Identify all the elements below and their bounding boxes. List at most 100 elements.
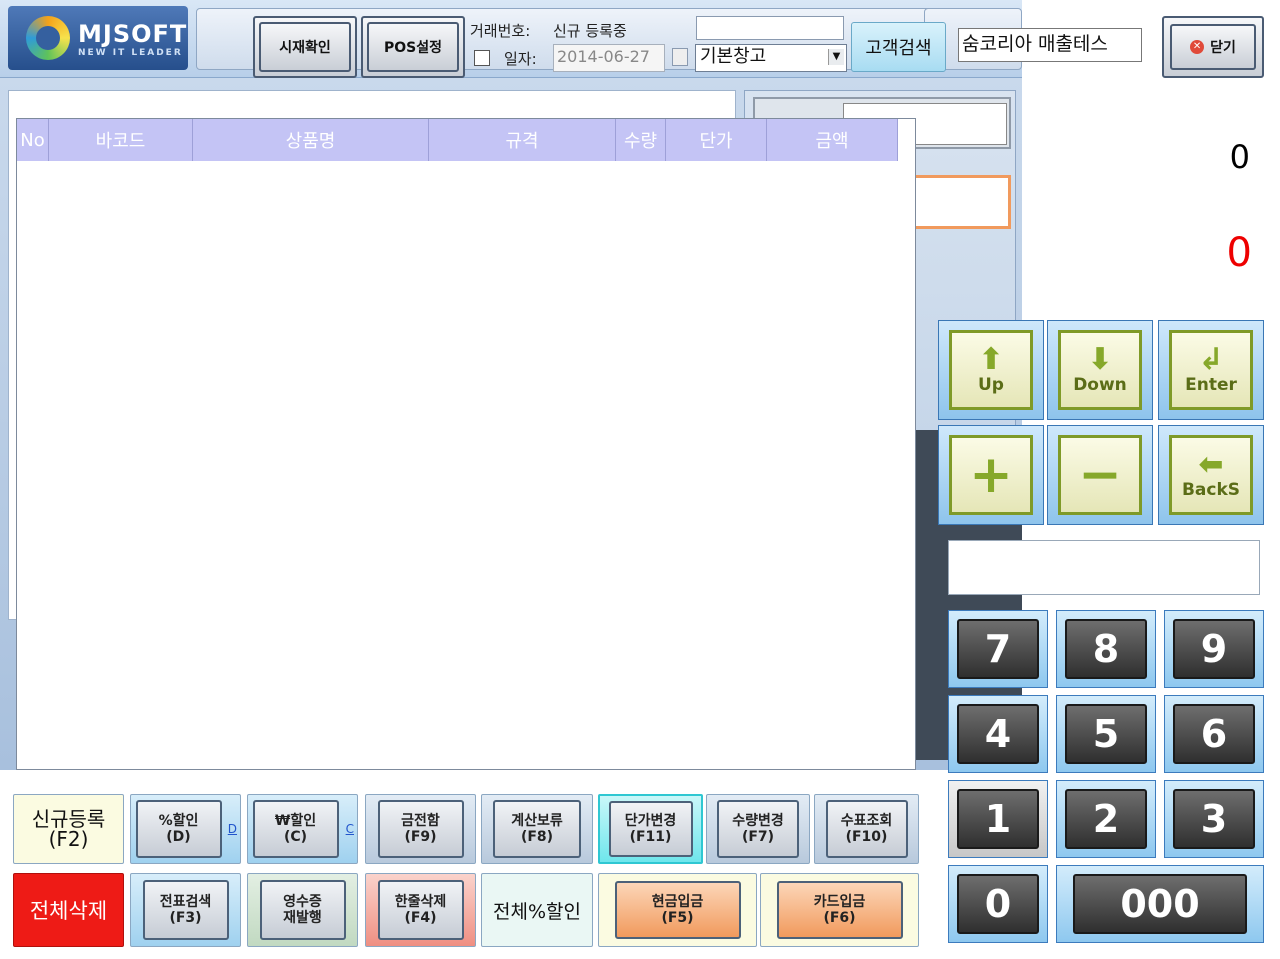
- date-label: 일자:: [504, 50, 537, 68]
- check-inquiry-key: (F10): [845, 829, 888, 845]
- won-discount-key: (C): [283, 829, 308, 845]
- won-discount-button[interactable]: ₩할인 (C) C: [247, 794, 358, 864]
- receipt-reissue-button[interactable]: 영수증 재발행: [247, 873, 358, 947]
- key-6[interactable]: 6: [1164, 695, 1264, 773]
- date-input[interactable]: 2014-06-27: [553, 44, 665, 72]
- key-000[interactable]: 000: [1056, 865, 1264, 943]
- logo-subtitle: NEW IT LEADER: [78, 48, 183, 58]
- change-qty-label: 수량변경: [732, 813, 784, 829]
- balance-amount: 0: [1226, 230, 1252, 276]
- change-price-inner: 단가변경 (F11): [608, 801, 693, 857]
- new-entry-button[interactable]: 신규등록 (F2): [13, 794, 124, 864]
- enter-button[interactable]: ↲ Enter: [1158, 320, 1264, 420]
- delete-line-button[interactable]: 한줄삭제 (F4): [365, 873, 476, 947]
- sales-grid[interactable]: No 바코드 상품명 규격 수량 단가 금액: [16, 118, 916, 770]
- cash-drawer-button[interactable]: 금전함 (F9): [365, 794, 476, 864]
- key-8-label: 8: [1065, 619, 1147, 679]
- change-price-button[interactable]: 단가변경 (F11): [598, 794, 703, 864]
- change-qty-button[interactable]: 수량변경 (F7): [706, 794, 810, 864]
- cash-drawer-label: 금전함: [401, 813, 440, 829]
- logo-mark-icon: [26, 16, 70, 60]
- key-5[interactable]: 5: [1056, 695, 1156, 773]
- key-0[interactable]: 0: [948, 865, 1048, 943]
- check-inquiry-inner: 수표조회 (F10): [825, 800, 908, 858]
- slip-search-key: (F3): [169, 910, 202, 926]
- column-header-spec[interactable]: 규격: [429, 119, 616, 161]
- price-check-label: 시재확인: [259, 22, 351, 72]
- key-1[interactable]: 1: [948, 780, 1048, 858]
- delete-line-key: (F4): [404, 910, 437, 926]
- cash-drawer-inner: 금전함 (F9): [377, 800, 464, 858]
- app-logo: MJSOFT NEW IT LEADER: [8, 6, 188, 70]
- enter-icon: ↲: [1198, 342, 1224, 377]
- key-4-label: 4: [957, 704, 1039, 764]
- key-5-label: 5: [1065, 704, 1147, 764]
- receipt-reissue-sub: 재발행: [283, 910, 322, 926]
- total-percent-discount-button[interactable]: 전체%할인: [481, 873, 593, 947]
- date-picker-toggle[interactable]: [672, 48, 688, 66]
- close-inner: ✕ 닫기: [1170, 24, 1256, 70]
- backspace-button[interactable]: ⬅ BackS: [1158, 425, 1264, 525]
- key-8[interactable]: 8: [1056, 610, 1156, 688]
- close-button[interactable]: ✕ 닫기: [1162, 16, 1264, 78]
- key-2[interactable]: 2: [1056, 780, 1156, 858]
- key-9[interactable]: 9: [1164, 610, 1264, 688]
- customer-search-button[interactable]: 고객검색: [851, 22, 946, 72]
- trade-no-input[interactable]: [696, 16, 844, 40]
- keypad-display[interactable]: [948, 540, 1260, 595]
- cash-payment-button[interactable]: 현금입금 (F5): [598, 873, 757, 947]
- backspace-label: BackS: [1181, 480, 1241, 500]
- change-qty-key: (F7): [741, 829, 775, 845]
- arrow-down-icon: ⬇: [1087, 342, 1113, 377]
- percent-discount-button[interactable]: %할인 (D) D: [130, 794, 241, 864]
- customer-name-field[interactable]: 숨코리아 매출테스: [958, 28, 1142, 62]
- column-header-qty[interactable]: 수량: [616, 119, 666, 161]
- column-header-product[interactable]: 상품명: [193, 119, 429, 161]
- pos-settings-label: POS설정: [367, 22, 459, 72]
- plus-button[interactable]: +: [938, 425, 1044, 525]
- key-1-label: 1: [957, 789, 1039, 849]
- minus-icon: −: [1078, 445, 1122, 505]
- key-4[interactable]: 4: [948, 695, 1048, 773]
- slip-search-inner: 전표검색 (F3): [142, 880, 229, 940]
- won-discount-label: ₩할인: [274, 813, 317, 829]
- cash-payment-inner: 현금입금 (F5): [614, 881, 741, 939]
- receipt-reissue-label: 영수증: [283, 894, 322, 910]
- warehouse-value: 기본창고: [700, 46, 767, 67]
- column-header-amount[interactable]: 금액: [767, 119, 898, 161]
- column-header-price[interactable]: 단가: [666, 119, 767, 161]
- column-header-no[interactable]: No: [17, 119, 49, 161]
- delete-all-button[interactable]: 전체삭제: [13, 873, 124, 947]
- receipt-reissue-inner: 영수증 재발행: [259, 880, 346, 940]
- percent-discount-shortcut: D: [227, 822, 237, 836]
- slip-search-label: 전표검색: [159, 894, 212, 910]
- change-price-key: (F11): [629, 829, 672, 845]
- hold-button[interactable]: 계산보류 (F8): [481, 794, 593, 864]
- key-7[interactable]: 7: [948, 610, 1048, 688]
- key-7-label: 7: [957, 619, 1039, 679]
- new-entry-key: (F2): [48, 827, 89, 851]
- cash-payment-label: 현금입금: [651, 894, 704, 910]
- price-check-button[interactable]: 시재확인: [253, 16, 357, 78]
- minus-button[interactable]: −: [1047, 425, 1153, 525]
- arrow-left-icon: ⬅: [1198, 447, 1224, 482]
- up-button[interactable]: ⬆ Up: [938, 320, 1044, 420]
- key-9-label: 9: [1173, 619, 1255, 679]
- warehouse-select[interactable]: 기본창고 ▼: [695, 44, 847, 72]
- plus-icon: +: [969, 445, 1013, 505]
- won-discount-shortcut: C: [345, 822, 354, 836]
- date-checkbox[interactable]: [474, 50, 490, 66]
- card-payment-button[interactable]: 카드입금 (F6): [760, 873, 919, 947]
- won-discount-inner: ₩할인 (C): [252, 800, 339, 858]
- new-entry-label: 신규등록: [31, 807, 106, 831]
- close-label: 닫기: [1210, 40, 1236, 56]
- logo-text: MJSOFT: [78, 20, 188, 48]
- slip-search-button[interactable]: 전표검색 (F3): [130, 873, 241, 947]
- cash-drawer-key: (F9): [404, 829, 437, 845]
- check-inquiry-label: 수표조회: [840, 813, 893, 829]
- down-button[interactable]: ⬇ Down: [1047, 320, 1153, 420]
- column-header-barcode[interactable]: 바코드: [49, 119, 193, 161]
- pos-settings-button[interactable]: POS설정: [361, 16, 465, 78]
- check-inquiry-button[interactable]: 수표조회 (F10): [814, 794, 919, 864]
- key-3[interactable]: 3: [1164, 780, 1264, 858]
